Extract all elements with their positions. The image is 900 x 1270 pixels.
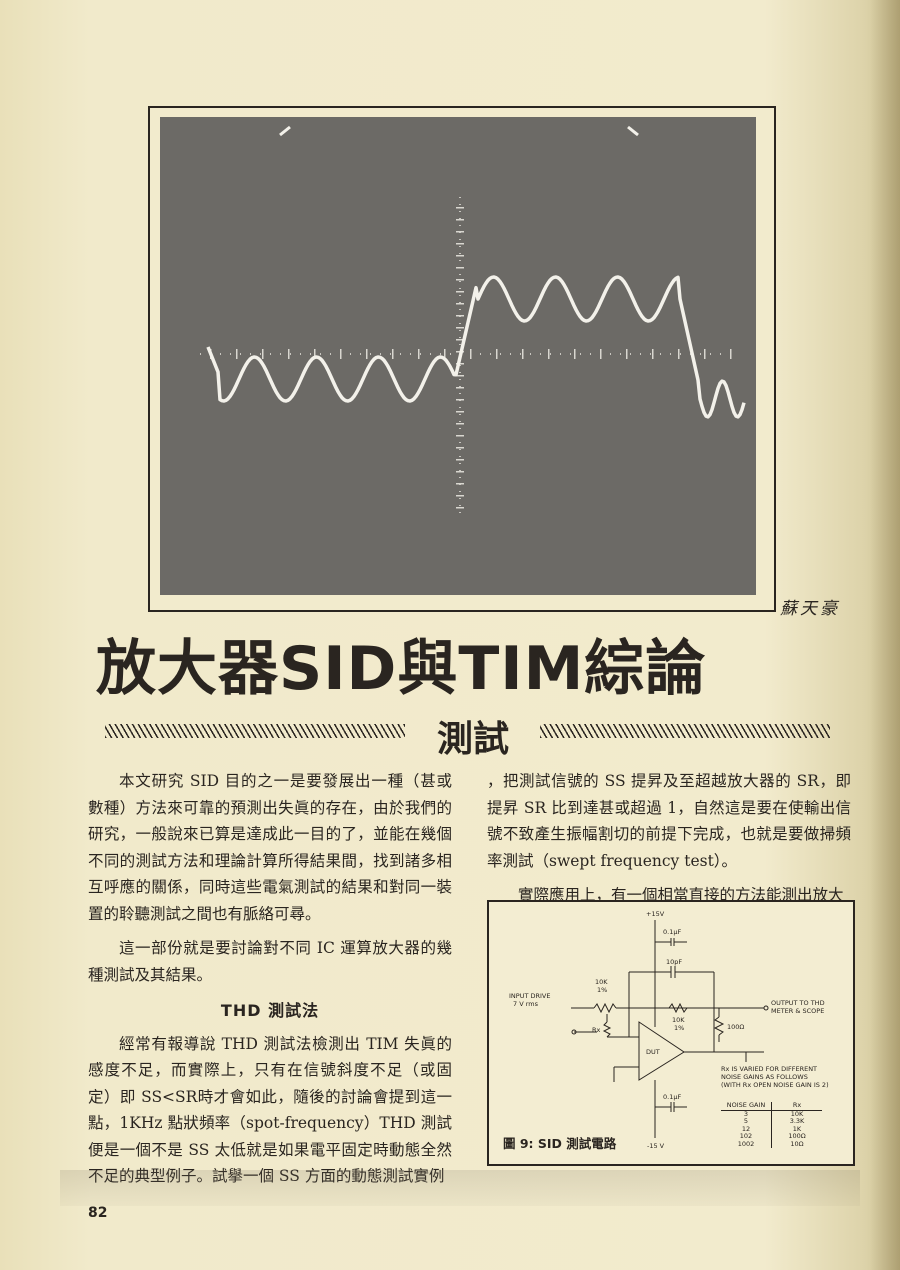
graticule-tick bbox=[456, 243, 464, 245]
graticule-tick bbox=[600, 349, 602, 359]
hatch-rule-left bbox=[105, 724, 405, 738]
graticule-tick bbox=[456, 255, 464, 257]
label-dut: DUT bbox=[646, 1048, 660, 1056]
graticule-tick bbox=[522, 349, 524, 359]
note-line-2: NOISE GAINS AS FOLLOWS bbox=[721, 1073, 808, 1081]
label-input-drive: INPUT DRIVE bbox=[509, 992, 551, 1000]
graticule-tick bbox=[730, 349, 732, 359]
subtitle-row: 測試 bbox=[100, 710, 840, 760]
note-line-3: (WITH Rx OPEN NOISE GAIN IS 2) bbox=[721, 1081, 829, 1089]
table-row: 3 10K bbox=[721, 1110, 822, 1118]
table-cell: 10Ω bbox=[771, 1140, 822, 1148]
graticule-tick bbox=[574, 349, 576, 359]
paragraph: 經常有報導說 THD 測試法檢測出 TIM 失眞的感度不足，而實際上，只有在信號… bbox=[88, 1034, 452, 1186]
paragraph: 本文研究 SID 目的之一是要發展出一種（甚或數種）方法來可靠的預測出失眞的存在… bbox=[88, 772, 452, 923]
right-column: ，把測試信號的 SS 提昇及至超越放大器的 SR，即提昇 SR 比到達甚或超過 … bbox=[487, 768, 851, 917]
graticule-tick bbox=[366, 349, 368, 359]
graticule-tick bbox=[456, 471, 464, 473]
oscillogram-svg bbox=[200, 125, 746, 517]
graticule-tick bbox=[456, 387, 464, 389]
graticule-tick bbox=[456, 423, 464, 425]
graticule-tick bbox=[456, 435, 464, 437]
table-row: 102 100Ω bbox=[721, 1132, 822, 1141]
paragraph: ，把測試信號的 SS 提昇及至超越放大器的 SR，即提昇 SR 比到達甚或超過 … bbox=[487, 772, 851, 870]
graticule-tick bbox=[456, 495, 464, 497]
left-column: 本文研究 SID 目的之一是要發展出一種（甚或數種）方法來可靠的預測出失眞的存在… bbox=[88, 768, 452, 1198]
graticule-tick bbox=[262, 349, 264, 359]
author-name: 蘇天豪 bbox=[780, 599, 840, 619]
circuit-figure: +15V 0.1μF 10pF INPUT DRIVE 7 V rms 10K … bbox=[487, 900, 855, 1166]
page-spine-shadow bbox=[870, 0, 900, 1270]
graticule-tick bbox=[456, 483, 464, 485]
graticule-tick bbox=[456, 447, 464, 449]
graticule-tick bbox=[456, 315, 464, 317]
waveform-trace bbox=[206, 275, 746, 419]
label-rx: Rx bbox=[592, 1026, 601, 1034]
bleed-through-band bbox=[60, 1170, 860, 1206]
label-cap-top: 0.1μF bbox=[663, 928, 681, 936]
note-line-1: Rx IS VARIED FOR DIFFERENT bbox=[721, 1065, 817, 1073]
corner-mark-left bbox=[279, 125, 291, 137]
graticule-tick bbox=[456, 303, 464, 305]
graticule-tick bbox=[456, 267, 464, 269]
label-cap-fb: 10pF bbox=[666, 958, 682, 966]
table-header: NOISE GAIN Rx bbox=[721, 1101, 822, 1111]
graticule-tick bbox=[678, 349, 680, 359]
graticule-tick bbox=[456, 219, 464, 221]
graticule-tick bbox=[496, 349, 498, 359]
graticule-tick bbox=[456, 291, 464, 293]
oscillogram-photo bbox=[160, 117, 756, 595]
graticule-tick bbox=[418, 349, 420, 359]
graticule-tick bbox=[652, 349, 654, 359]
label-output-2: METER & SCOPE bbox=[771, 1007, 824, 1015]
graticule-tick bbox=[456, 279, 464, 281]
table-header-cell: Rx bbox=[771, 1101, 822, 1110]
graticule-tick bbox=[548, 349, 550, 359]
noise-gain-table: NOISE GAIN Rx 3 10K 5 3.3K 12 1K 102 100Ω 1002 10Ω bbox=[721, 1101, 822, 1148]
table-header-cell: NOISE GAIN bbox=[726, 1101, 766, 1109]
graticule-tick bbox=[704, 349, 706, 359]
graticule-tick bbox=[626, 349, 628, 359]
label-r-load: 100Ω bbox=[727, 1023, 744, 1031]
graticule-tick bbox=[456, 231, 464, 233]
label-r-fb: 10K bbox=[672, 1016, 685, 1024]
graticule-tick bbox=[456, 459, 464, 461]
figure-caption: 圖 9: SID 測試電路 bbox=[503, 1136, 617, 1151]
graticule-tick bbox=[470, 349, 472, 359]
table-row: 12 1K bbox=[721, 1125, 822, 1133]
graticule-tick bbox=[392, 349, 394, 359]
label-vplus: +15V bbox=[646, 910, 665, 918]
paragraph: 這一部份就是要討論對不同 IC 運算放大器的幾種測試及其結果。 bbox=[88, 939, 452, 984]
table-row: 1002 10Ω bbox=[721, 1139, 822, 1148]
page-number: 82 bbox=[88, 1205, 108, 1221]
article-subtitle: 測試 bbox=[436, 719, 509, 760]
graticule-tick bbox=[236, 349, 238, 359]
graticule-tick bbox=[456, 411, 464, 413]
section-heading: THD 測試法 bbox=[220, 1001, 320, 1020]
graticule-tick bbox=[456, 399, 464, 401]
graticule-tick bbox=[288, 349, 290, 359]
graticule-tick bbox=[456, 207, 464, 209]
label-cap-bottom: 0.1μF bbox=[663, 1093, 681, 1101]
graticule-ticks bbox=[210, 207, 732, 509]
label-output-1: OUTPUT TO THD bbox=[771, 999, 825, 1007]
label-r-in: 10K bbox=[595, 978, 608, 986]
label-vminus: -15 V bbox=[647, 1142, 665, 1150]
graticule-tick bbox=[456, 327, 464, 329]
graticule-tick bbox=[456, 507, 464, 509]
label-input-level: 7 V rms bbox=[513, 1000, 539, 1008]
article-title: 放大器SID與TIM綜論 bbox=[96, 634, 707, 704]
table-cell: 1002 bbox=[737, 1139, 755, 1148]
label-r-fb-tol: 1% bbox=[674, 1024, 684, 1032]
table-row: 5 3.3K bbox=[721, 1117, 822, 1126]
label-r-in-tol: 1% bbox=[597, 986, 607, 994]
graticule-tick bbox=[340, 349, 342, 359]
corner-mark-right bbox=[627, 125, 639, 137]
hatch-rule-right bbox=[540, 724, 830, 738]
